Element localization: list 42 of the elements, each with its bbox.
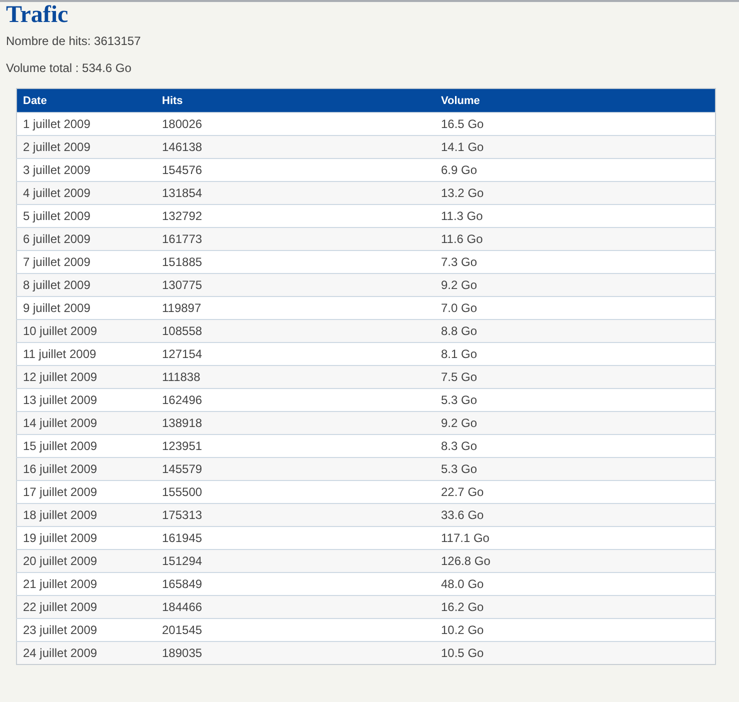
table-cell: 22 juillet 2009 bbox=[16, 596, 156, 618]
table-cell: 10.5 Go bbox=[435, 642, 716, 664]
table-cell: 6 juillet 2009 bbox=[16, 228, 156, 250]
table-cell: 175313 bbox=[156, 504, 435, 526]
table-cell: 5.3 Go bbox=[435, 458, 716, 480]
table-cell: 12 juillet 2009 bbox=[16, 366, 156, 388]
column-header: Date bbox=[16, 88, 156, 112]
table-cell: 189035 bbox=[156, 642, 435, 664]
table-cell: 14 juillet 2009 bbox=[16, 412, 156, 434]
table-cell: 4 juillet 2009 bbox=[16, 182, 156, 204]
table-cell: 145579 bbox=[156, 458, 435, 480]
column-header: Hits bbox=[156, 88, 435, 112]
table-cell: 130775 bbox=[156, 274, 435, 296]
table-cell: 18 juillet 2009 bbox=[16, 504, 156, 526]
summary-text: Volume total : 534.6 Go bbox=[6, 60, 132, 77]
table-cell: 151294 bbox=[156, 550, 435, 572]
table-cell: 20 juillet 2009 bbox=[16, 550, 156, 572]
table-cell: 146138 bbox=[156, 136, 435, 158]
table-cell: 7.5 Go bbox=[435, 366, 716, 388]
table-cell: 13.2 Go bbox=[435, 182, 716, 204]
table-cell: 10 juillet 2009 bbox=[16, 320, 156, 342]
table-cell: 131854 bbox=[156, 182, 435, 204]
table-cell: 161773 bbox=[156, 228, 435, 250]
table-cell: 11.6 Go bbox=[435, 228, 716, 250]
table-cell: 126.8 Go bbox=[435, 550, 716, 572]
page-title: Trafic bbox=[6, 2, 70, 28]
table-cell: 111838 bbox=[156, 366, 435, 388]
table-cell: 16.2 Go bbox=[435, 596, 716, 618]
table-cell: 108558 bbox=[156, 320, 435, 342]
table-cell: 16 juillet 2009 bbox=[16, 458, 156, 480]
table-cell: 33.6 Go bbox=[435, 504, 716, 526]
table-cell: 184466 bbox=[156, 596, 435, 618]
table-cell: 14.1 Go bbox=[435, 136, 716, 158]
table-cell: 8 juillet 2009 bbox=[16, 274, 156, 296]
column-header: Volume bbox=[435, 88, 716, 112]
table-cell: 24 juillet 2009 bbox=[16, 642, 156, 664]
table-cell: 138918 bbox=[156, 412, 435, 434]
table-cell: 9.2 Go bbox=[435, 412, 716, 434]
table-cell: 8.8 Go bbox=[435, 320, 716, 342]
summary-text: Nombre de hits: 3613157 bbox=[6, 33, 142, 50]
table-cell: 2 juillet 2009 bbox=[16, 136, 156, 158]
table-cell: 9.2 Go bbox=[435, 274, 716, 296]
